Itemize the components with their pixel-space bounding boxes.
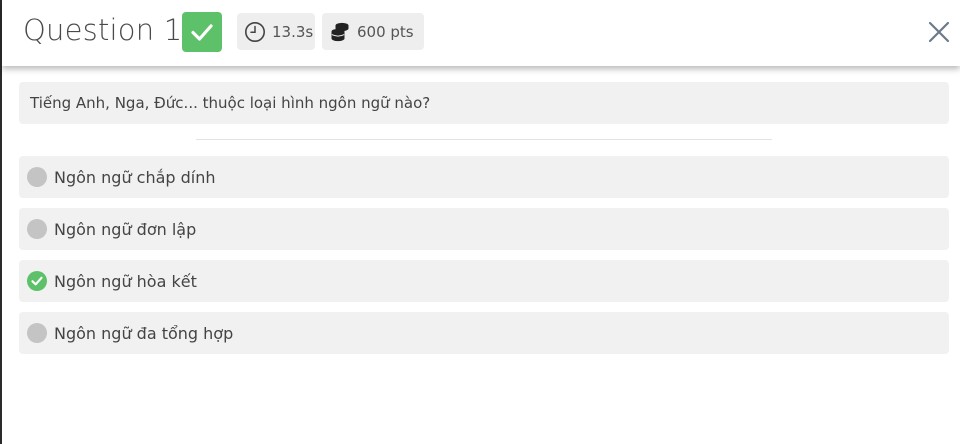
close-button[interactable] [926,19,952,45]
answer-option-label: Ngôn ngữ đơn lập [54,219,197,239]
divider [196,139,772,140]
unselected-radio-icon [27,323,47,343]
check-icon [191,24,213,41]
answer-option-label: Ngôn ngữ chắp dính [54,167,216,187]
question-text: Tiếng Anh, Nga, Đức... thuộc loại hình n… [30,94,431,112]
coins-icon [329,21,351,43]
answer-option-2[interactable]: Ngôn ngữ đơn lập [19,208,949,250]
question-text-box: Tiếng Anh, Nga, Đức... thuộc loại hình n… [19,82,949,124]
unselected-radio-icon [27,219,47,239]
question-header: Question 1 13.3s 600 pts [2,0,960,66]
close-icon [928,21,950,43]
quiz-review-panel: Question 1 13.3s 600 pts Tiếng Anh, Nga,… [0,0,960,444]
clock-icon [244,21,266,43]
unselected-radio-icon [27,167,47,187]
time-value: 13.3s [272,22,314,41]
points-value: 600 pts [357,22,414,41]
answer-option-label: Ngôn ngữ hòa kết [54,271,197,291]
correct-check-icon [27,271,47,291]
question-title: Question 1 [23,13,183,47]
time-chip: 13.3s [237,13,315,50]
points-chip: 600 pts [322,13,424,50]
correct-status-badge [182,12,222,52]
answer-option-label: Ngôn ngữ đa tổng hợp [54,323,234,343]
answer-option-4[interactable]: Ngôn ngữ đa tổng hợp [19,312,949,354]
answer-option-1[interactable]: Ngôn ngữ chắp dính [19,156,949,198]
answer-option-3[interactable]: Ngôn ngữ hòa kết [19,260,949,302]
